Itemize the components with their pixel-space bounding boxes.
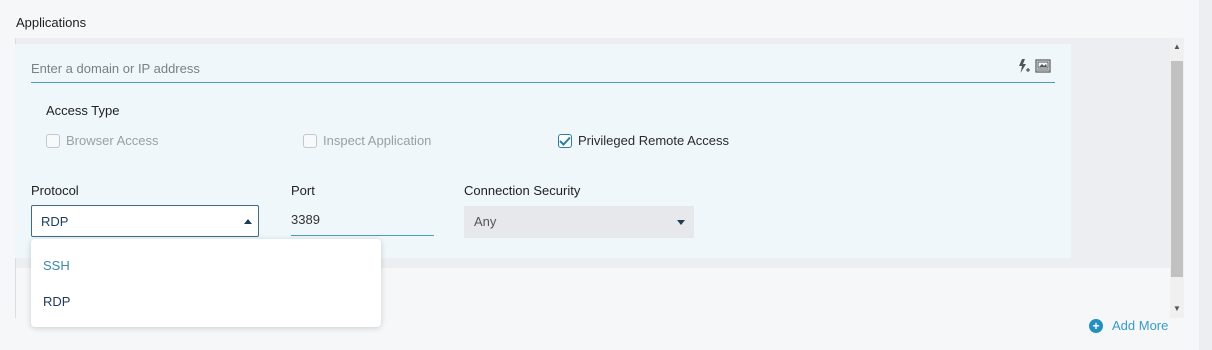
protocol-value: RDP	[41, 214, 69, 229]
plus-circle-icon: +	[1089, 318, 1103, 333]
scroll-thumb[interactable]	[1171, 61, 1183, 277]
domain-field	[31, 56, 1055, 83]
privileged-remote-access-checkbox[interactable]	[558, 133, 572, 148]
image-icon[interactable]	[1035, 59, 1051, 78]
add-more-label: Add More	[1112, 318, 1169, 333]
privileged-remote-access-label: Privileged Remote Access	[578, 133, 730, 148]
protocol-dropdown-menu: SSH RDP	[31, 239, 381, 327]
connection-security-value: Any	[474, 214, 497, 229]
right-edge-strip	[1199, 0, 1212, 350]
chevron-up-icon	[244, 219, 252, 224]
browser-access-option[interactable]: Browser Access	[46, 133, 158, 148]
browser-access-checkbox[interactable]	[46, 133, 60, 148]
protocol-select[interactable]: RDP	[31, 205, 259, 237]
scroll-up-icon[interactable]: ▲	[1170, 40, 1184, 54]
chevron-down-icon	[677, 220, 685, 225]
application-card: Access Type Browser Access Inspect Appli…	[15, 44, 1071, 258]
port-label: Port	[291, 183, 315, 198]
port-value: 3389	[291, 212, 320, 227]
browser-access-label: Browser Access	[66, 133, 159, 148]
access-type-title: Access Type	[46, 103, 120, 118]
inspect-application-checkbox[interactable]	[303, 133, 317, 148]
connection-security-select[interactable]: Any	[464, 206, 694, 238]
connection-security-label: Connection Security	[464, 183, 581, 198]
scroll-down-icon[interactable]: ▼	[1170, 302, 1184, 316]
vertical-scrollbar[interactable]: ▲ ▼	[1170, 38, 1184, 318]
protocol-option-rdp[interactable]: RDP	[43, 294, 70, 309]
inspect-application-option[interactable]: Inspect Application	[303, 133, 431, 148]
protocol-label: Protocol	[31, 183, 79, 198]
port-input[interactable]: 3389	[291, 205, 434, 236]
checkmark-icon	[559, 136, 571, 146]
privileged-remote-access-option[interactable]: Privileged Remote Access	[558, 133, 729, 148]
domain-input[interactable]	[31, 56, 991, 80]
protocol-option-ssh[interactable]: SSH	[43, 258, 70, 273]
section-title: Applications	[16, 15, 87, 30]
field-icons	[1018, 58, 1051, 79]
inspect-application-label: Inspect Application	[323, 133, 432, 148]
lightning-plus-icon[interactable]	[1018, 58, 1032, 79]
add-more-button[interactable]: + Add More	[1089, 318, 1168, 333]
